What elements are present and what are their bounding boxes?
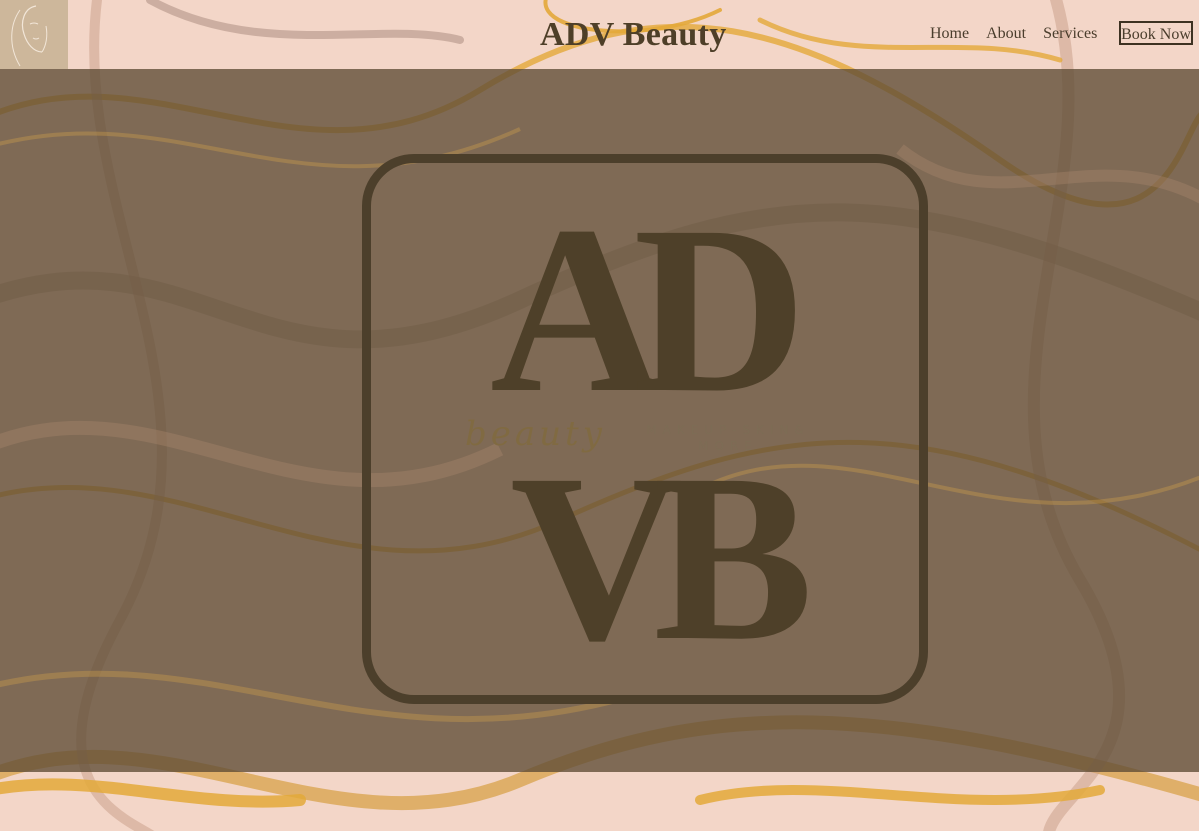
site-logo[interactable] [0,0,68,69]
nav-link-services[interactable]: Services [1043,22,1097,46]
logo-monogram-top: AD [490,176,807,442]
nav-link-about[interactable]: About [986,22,1026,46]
brand-title[interactable]: ADV Beauty [540,14,727,56]
nav-link-home[interactable]: Home [930,22,969,46]
face-line-art-icon [11,5,48,67]
site-header: ADV Beauty Home About Services Book Now [0,0,1199,69]
main-nav: Home About Services [930,22,1114,46]
logo-monogram-bottom: VB [510,424,813,690]
book-now-button[interactable]: Book Now [1119,21,1193,45]
hero-section: AD beauty MAKEUP-SKIN& MORE VB [0,69,1199,772]
